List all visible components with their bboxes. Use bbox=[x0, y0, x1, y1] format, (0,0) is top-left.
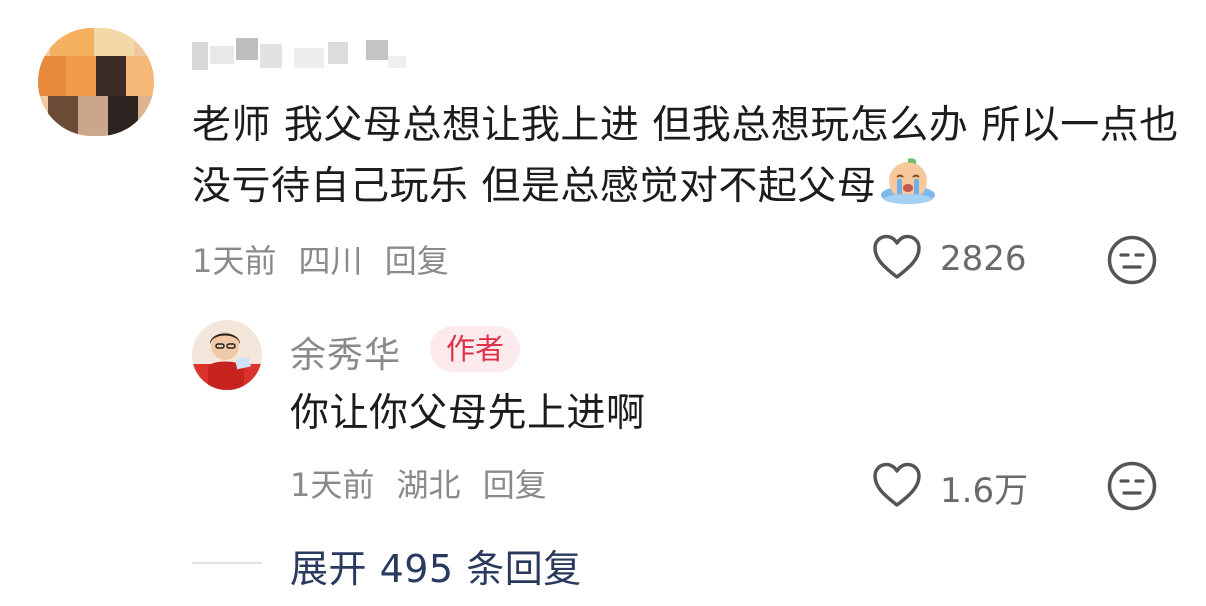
reply-body: 你让你父母先上进啊 bbox=[290, 391, 646, 436]
crying-face-emoji-icon bbox=[878, 155, 938, 205]
comment-body: 老师 我父母总想让我上进 但我总想玩怎么办 所以一点也没亏待自己玩乐 但是总感觉… bbox=[192, 96, 1182, 216]
comment-time: 1天前 bbox=[192, 242, 277, 280]
comment-dislike-button[interactable] bbox=[1106, 234, 1158, 290]
meh-face-icon bbox=[1106, 235, 1158, 290]
expand-replies-button[interactable]: 展开 495 条回复 bbox=[290, 538, 582, 593]
reply-meta: 1天前 湖北 回复 bbox=[290, 460, 559, 506]
comment-meta: 1天前 四川 回复 bbox=[192, 236, 461, 282]
reply-dislike-button[interactable] bbox=[1106, 460, 1158, 516]
reply-author-name[interactable]: 余秀华 bbox=[290, 326, 401, 378]
reply-like-count: 1.6万 bbox=[940, 470, 1029, 511]
expand-divider bbox=[192, 562, 262, 564]
comment-reply-button[interactable]: 回复 bbox=[385, 242, 449, 280]
comment-like-button[interactable]: 2826 bbox=[872, 234, 1027, 284]
comment-text: 老师 我父母总想让我上进 但我总想玩怎么办 所以一点也没亏待自己玩乐 但是总感觉… bbox=[192, 103, 1179, 209]
reply-location: 湖北 bbox=[396, 466, 461, 504]
reply-time: 1天前 bbox=[290, 466, 375, 504]
reply-like-button[interactable]: 1.6万 bbox=[872, 462, 1028, 512]
author-badge: 作者 bbox=[430, 326, 521, 372]
comment-location: 四川 bbox=[298, 242, 363, 280]
author-avatar[interactable] bbox=[192, 320, 262, 390]
heart-outline-icon bbox=[872, 462, 922, 512]
commenter-avatar[interactable] bbox=[38, 28, 154, 136]
commenter-username-blurred[interactable] bbox=[190, 34, 410, 80]
reply-reply-button[interactable]: 回复 bbox=[483, 466, 547, 504]
heart-outline-icon bbox=[872, 234, 922, 284]
meh-face-icon bbox=[1106, 461, 1158, 516]
comment-like-count: 2826 bbox=[940, 239, 1027, 279]
